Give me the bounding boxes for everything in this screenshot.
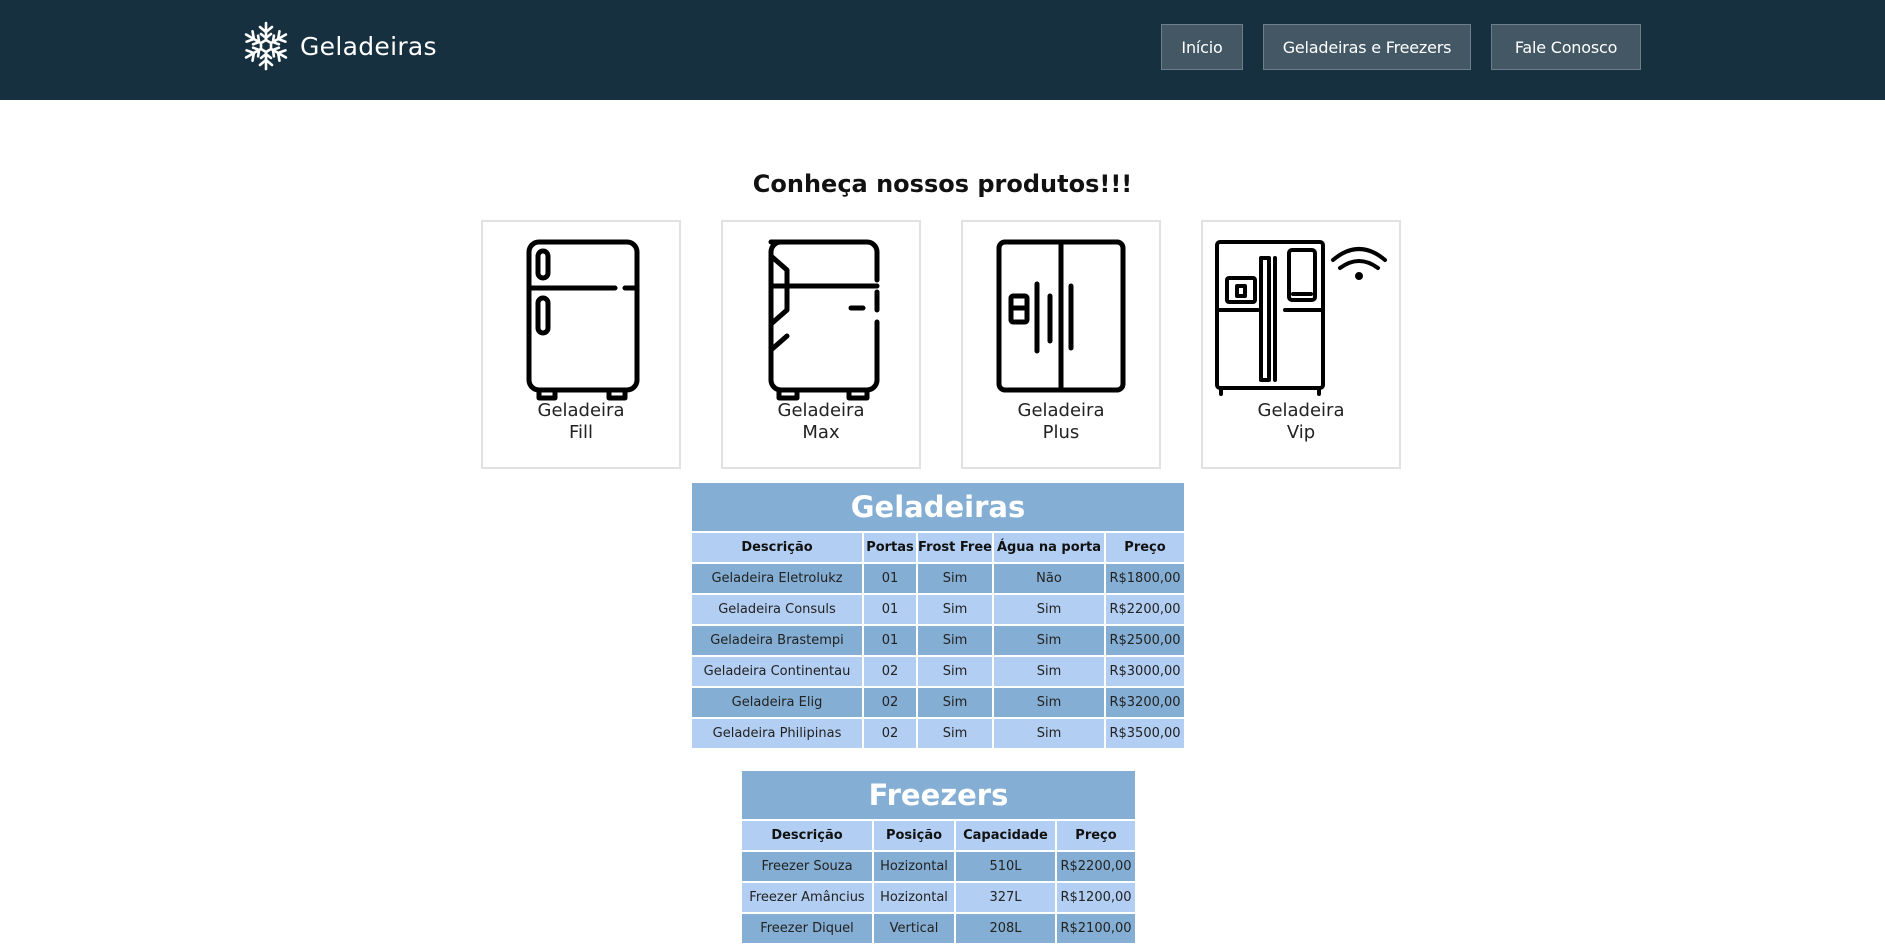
table-cell: Sim: [918, 688, 992, 717]
freezers-table: Freezers Descrição Posição Capacidade Pr…: [740, 769, 1137, 945]
product-card-vip[interactable]: Geladeira Vip: [1201, 220, 1401, 469]
table-cell: Freezer Diquel: [742, 914, 872, 943]
geladeiras-table: Geladeiras Descrição Portas Frost Free Á…: [690, 481, 1186, 750]
fridge-icon: [526, 239, 640, 401]
table-cell: Vertical: [874, 914, 954, 943]
side-by-side-fridge-icon: [996, 239, 1126, 393]
table-cell: R$1200,00: [1057, 883, 1135, 912]
product-card-label: Geladeira Max: [777, 400, 865, 443]
table-cell: 510L: [956, 852, 1055, 881]
table-cell: Hozizontal: [874, 883, 954, 912]
fridge-icon: [768, 239, 880, 401]
table-cell: Sim: [918, 657, 992, 686]
table-cell: Geladeira Continentau: [692, 657, 862, 686]
table-row: Geladeira Elig 02 Sim Sim R$3200,00: [692, 688, 1184, 717]
column-header: Frost Free: [918, 533, 992, 562]
column-header: Capacidade: [956, 821, 1055, 850]
product-card-plus[interactable]: Geladeira Plus: [961, 220, 1161, 469]
table-cell: Geladeira Consuls: [692, 595, 862, 624]
table-cell: R$3000,00: [1106, 657, 1184, 686]
table-cell: 327L: [956, 883, 1055, 912]
table-title: Freezers: [742, 771, 1135, 819]
brand-logo[interactable]: Geladeiras: [240, 20, 437, 72]
column-header: Descrição: [742, 821, 872, 850]
brand-name: Geladeiras: [300, 31, 437, 61]
column-header: Descrição: [692, 533, 862, 562]
table-cell: 02: [864, 657, 916, 686]
table-cell: Sim: [994, 657, 1104, 686]
table-cell: Freezer Amâncius: [742, 883, 872, 912]
table-cell: R$1800,00: [1106, 564, 1184, 593]
table-row: Geladeira Eletrolukz 01 Sim Não R$1800,0…: [692, 564, 1184, 593]
table-cell: 208L: [956, 914, 1055, 943]
nav-inicio-button[interactable]: Início: [1161, 24, 1243, 70]
table-row: Geladeira Continentau 02 Sim Sim R$3000,…: [692, 657, 1184, 686]
table-cell: 01: [864, 626, 916, 655]
table-cell: Geladeira Elig: [692, 688, 862, 717]
table-cell: R$2500,00: [1106, 626, 1184, 655]
table-cell: Sim: [994, 595, 1104, 624]
table-cell: Hozizontal: [874, 852, 954, 881]
table-cell: 02: [864, 688, 916, 717]
table-cell: Sim: [994, 688, 1104, 717]
table-cell: 02: [864, 719, 916, 748]
table-row: Freezer Souza Hozizontal 510L R$2200,00: [742, 852, 1135, 881]
table-row: Geladeira Philipinas 02 Sim Sim R$3500,0…: [692, 719, 1184, 748]
page-headline: Conheça nossos produtos!!!: [752, 170, 1133, 198]
table-cell: R$2100,00: [1057, 914, 1135, 943]
table-cell: 01: [864, 595, 916, 624]
table-cell: Sim: [994, 719, 1104, 748]
table-cell: Sim: [918, 719, 992, 748]
table-cell: Sim: [918, 626, 992, 655]
product-card-fill[interactable]: Geladeira Fill: [481, 220, 681, 469]
column-header: Água na porta: [994, 533, 1104, 562]
table-cell: 01: [864, 564, 916, 593]
product-card-label: Geladeira Plus: [1017, 400, 1105, 443]
site-header: Geladeiras Início Geladeiras e Freezers …: [0, 0, 1885, 100]
table-cell: Geladeira Philipinas: [692, 719, 862, 748]
snowflake-icon: [241, 21, 291, 71]
table-cell: R$3500,00: [1106, 719, 1184, 748]
table-row: Freezer Amâncius Hozizontal 327L R$1200,…: [742, 883, 1135, 912]
table-cell: Sim: [994, 626, 1104, 655]
table-row: Freezer Diquel Vertical 208L R$2100,00: [742, 914, 1135, 943]
table-cell: R$2200,00: [1106, 595, 1184, 624]
column-header: Preço: [1057, 821, 1135, 850]
smart-fridge-wifi-icon: [1215, 240, 1387, 396]
table-cell: R$2200,00: [1057, 852, 1135, 881]
table-cell: R$3200,00: [1106, 688, 1184, 717]
table-cell: Sim: [918, 595, 992, 624]
table-title: Geladeiras: [692, 483, 1184, 531]
product-card-label: Geladeira Vip: [1257, 400, 1345, 443]
table-cell: Geladeira Brastempi: [692, 626, 862, 655]
table-cell: Sim: [918, 564, 992, 593]
table-row: Geladeira Brastempi 01 Sim Sim R$2500,00: [692, 626, 1184, 655]
column-header: Portas: [864, 533, 916, 562]
table-cell: Não: [994, 564, 1104, 593]
geladeiras-table-wrapper: Geladeiras Descrição Portas Frost Free Á…: [690, 481, 1186, 750]
product-card-label: Geladeira Fill: [537, 400, 625, 443]
nav-fale-conosco-button[interactable]: Fale Conosco: [1491, 24, 1641, 70]
table-cell: Freezer Souza: [742, 852, 872, 881]
column-header: Posição: [874, 821, 954, 850]
nav-geladeiras-freezers-button[interactable]: Geladeiras e Freezers: [1263, 24, 1471, 70]
freezers-table-wrapper: Freezers Descrição Posição Capacidade Pr…: [740, 769, 1137, 945]
table-cell: Geladeira Eletrolukz: [692, 564, 862, 593]
product-card-max[interactable]: Geladeira Max: [721, 220, 921, 469]
column-header: Preço: [1106, 533, 1184, 562]
table-row: Geladeira Consuls 01 Sim Sim R$2200,00: [692, 595, 1184, 624]
